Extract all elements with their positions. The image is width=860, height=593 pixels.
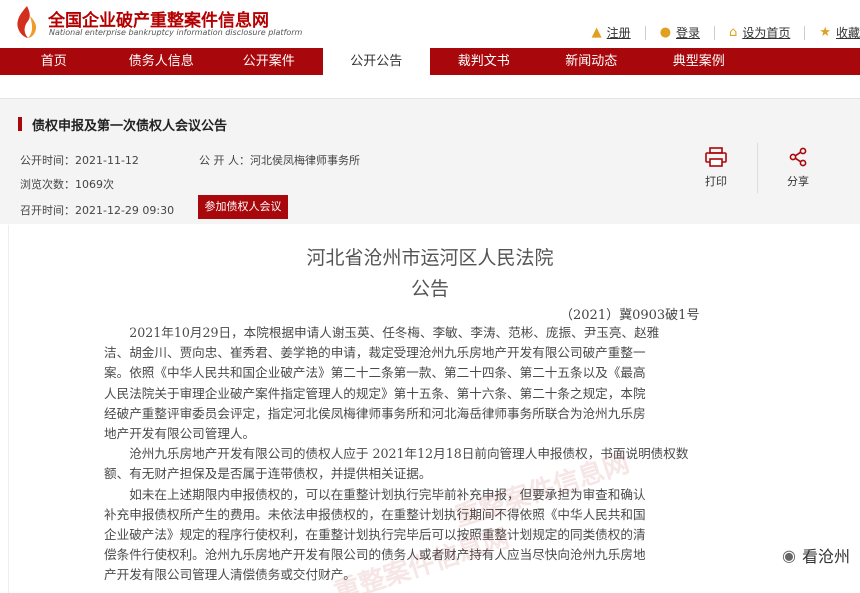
nav-item-debtor-info[interactable]: 债务人信息 [108,48,216,75]
document-heading: 公告 [410,278,449,300]
action-divider [757,143,758,193]
document-line: 如未在上述期限内申报债权的，可以在重整计划执行完毕前补充申报，但要承担为审查和确… [104,486,646,502]
share-button[interactable]: 分享 [778,144,818,189]
publish-time: 公开时间：2021-11-12 [20,154,139,167]
wechat-account: ◉ 看沧州 [782,543,850,567]
case-number: （2021）冀0903破1号 [560,308,700,323]
user-icon: ▲ [591,25,602,40]
view-count: 浏览次数：1069次 [20,178,114,191]
home-icon: ⌂ [729,25,738,40]
document-line: 2021年10月29日，本院根据申请人谢玉英、任冬梅、李敏、李涛、范彬、庞振、尹… [104,325,660,340]
site-logo-icon[interactable] [14,4,40,40]
nav-item-typical-cases[interactable]: 典型案例 [645,48,753,75]
document-line: 额、有无财产担保及是否属于连带债权，并提供相关证据。 [104,466,432,482]
meeting-time: 召开时间：2021-12-29 09:30 [20,204,175,217]
divider [644,25,646,40]
nav-item-home[interactable]: 首页 [0,48,108,75]
register-link[interactable]: ▲ 注册 [592,24,631,41]
print-label: 打印 [705,175,727,188]
divider [804,25,806,40]
wechat-label: 看沧州 [801,547,850,566]
notice-title: 债权申报及第一次债权人会议公告 [32,119,228,134]
document-line: 洁、胡金川、贾向忠、崔秀君、姜学艳的申请，裁定受理沧州九乐房地产开发有限公司破产… [104,345,646,361]
document-line: 案。依照《中华人民共和国企业破产法》第二十二条第一款、第二十四条、第二十五条以及… [104,365,646,381]
site-header: 全国企业破产重整案件信息网 National enterprise bankru… [0,0,860,47]
join-creditor-meeting-button[interactable]: 参加债权人会议 [198,195,288,219]
key-icon: ● [659,25,672,40]
document-line: 沧州九乐房地产开发有限公司的债权人应于 2021年12月18日前向管理人申报债权… [104,446,689,462]
share-label: 分享 [787,175,809,188]
share-icon [778,144,818,170]
favorite-link[interactable]: ★ 收藏 [819,24,860,41]
document-line: 人民法院关于审理企业破产案件指定管理人的规定》第十五条、第十六条、第二十条之规定… [104,385,646,401]
top-links: ▲ 注册 ● 登录 ⌂ 设为首页 ★ 收藏 [578,24,860,41]
divider [714,25,716,40]
main-nav: 首页 债务人信息 公开案件 公开公告 裁判文书 新闻动态 典型案例 [0,48,860,75]
nav-item-news[interactable]: 新闻动态 [538,48,646,75]
print-button[interactable]: 打印 [696,144,736,189]
nav-item-public-cases[interactable]: 公开案件 [215,48,323,75]
set-homepage-link[interactable]: ⌂ 设为首页 [729,24,790,41]
notice-info-panel: 债权申报及第一次债权人会议公告 公开时间：2021-11-12 公 开 人：河北… [0,98,860,224]
nav-item-judgments[interactable]: 裁判文书 [430,48,538,75]
brand-subtitle: National enterprise bankruptcy informati… [49,28,303,37]
wechat-icon: ◉ [782,545,796,565]
title-accent-bar [18,117,22,131]
printer-icon [696,144,736,170]
publisher: 公 开 人：河北侯凤梅律师事务所 [199,154,360,167]
document-line: 偿条件行使权利。沧州九乐房地产开发有限公司的债务人或者财产持有人应当尽快向沧州九… [104,547,646,563]
court-name: 河北省沧州市运河区人民法院 [306,247,554,269]
document-line: 补充申报债权所产生的费用。未依法申报债权的，在重整计划执行期间不得依照《中华人民… [104,506,646,522]
document-line: 产开发有限公司管理人清偿债务或交付财产。 [104,567,356,583]
document-line: 企业破产法》规定的程序行使权利，在重整计划执行完毕后可以按照重整计划规定的同类债… [104,527,646,542]
star-icon: ★ [819,25,831,40]
document-line: 地产开发有限公司管理人。 [104,426,256,441]
document-line: 经破产重整评审委员会评定，指定河北侯凤梅律师事务所和河北海岳律师事务所联合为沧州… [104,405,646,421]
nav-item-public-notices[interactable]: 公开公告 [322,48,430,75]
login-link[interactable]: ● 登录 [660,24,700,41]
